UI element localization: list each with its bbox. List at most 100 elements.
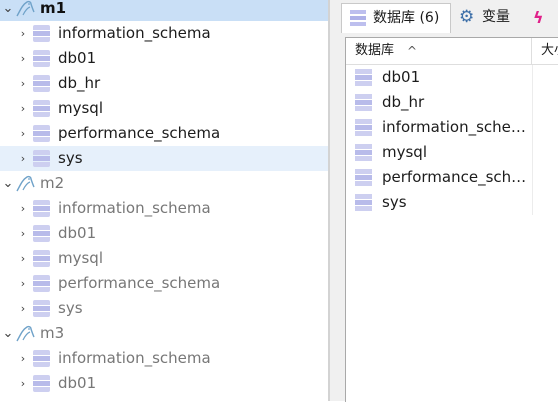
connection-label: m1: [40, 0, 67, 17]
connection-row-m2[interactable]: ⌄ m2: [0, 171, 330, 196]
column-header-size[interactable]: 大小: [532, 38, 558, 65]
mysql-dolphin-icon: [14, 0, 36, 19]
chevron-right-icon[interactable]: ›: [16, 346, 30, 371]
database-label: sys: [58, 299, 83, 317]
chevron-right-icon[interactable]: ›: [16, 196, 30, 221]
tab-variables[interactable]: ⚙ 变量: [453, 3, 519, 32]
table-cell-size: [532, 115, 558, 140]
tab-databases[interactable]: 数据库 (6): [341, 3, 451, 33]
connection-row-m1[interactable]: ⌄ m1: [0, 0, 330, 21]
table-cell-size: [532, 65, 558, 90]
chevron-down-icon[interactable]: ⌄: [1, 321, 15, 346]
database-label: sys: [58, 149, 83, 167]
tree-item-database[interactable]: › db_hr: [0, 71, 330, 96]
tree-item-database[interactable]: › db01: [0, 46, 330, 71]
tree-item-database[interactable]: › information_schema: [0, 21, 330, 46]
tree-item-database[interactable]: › performance_schema: [0, 121, 330, 146]
connection-label: m2: [40, 174, 65, 192]
table-row[interactable]: sys: [346, 190, 558, 215]
database-icon: [355, 169, 372, 186]
database-grid: 数据库 ^ 大小 db01 db_hr information_schemamysq…: [345, 37, 558, 402]
database-label: mysql: [58, 249, 103, 267]
database-icon: [355, 94, 372, 111]
table-cell-size: [532, 165, 558, 190]
tab-databases-label: 数据库 (6): [373, 10, 440, 26]
tab-bar: 数据库 (6) ⚙ 变量 ϟ: [330, 0, 558, 33]
chevron-right-icon[interactable]: ›: [16, 46, 30, 71]
navigator-tree: ⌄ m1 › information_schema › db01 › db_hr › mysql ›…: [0, 0, 330, 401]
column-header-database-label: 数据库: [355, 43, 395, 58]
gear-icon: ⚙: [459, 7, 475, 27]
database-icon: [350, 10, 366, 26]
tree-item-database[interactable]: › information_schema: [0, 346, 330, 371]
connection-label: m3: [40, 324, 65, 342]
database-icon: [33, 225, 50, 242]
database-label: db01: [58, 224, 97, 242]
database-icon: [33, 100, 50, 117]
database-icon: [33, 275, 50, 292]
table-row[interactable]: db01: [346, 65, 558, 90]
mysql-dolphin-icon: [14, 324, 36, 344]
database-icon: [33, 250, 50, 267]
database-icon: [33, 350, 50, 367]
database-icon: [355, 119, 372, 136]
chevron-right-icon[interactable]: ›: [16, 71, 30, 96]
bolt-icon: ϟ: [533, 8, 544, 27]
tab-variables-label: 变量: [482, 9, 510, 25]
tree-item-database[interactable]: › sys: [0, 146, 330, 171]
database-icon: [33, 125, 50, 142]
chevron-right-icon[interactable]: ›: [16, 271, 30, 296]
table-cell-size: [532, 90, 558, 115]
table-row[interactable]: performance_schema: [346, 165, 558, 190]
column-header-database[interactable]: 数据库 ^: [346, 38, 532, 65]
tree-item-database[interactable]: › information_schema: [0, 196, 330, 221]
mysql-dolphin-icon: [14, 174, 36, 194]
tree-item-database[interactable]: › performance_schema: [0, 271, 330, 296]
database-icon: [33, 75, 50, 92]
tree-item-database[interactable]: › sys: [0, 296, 330, 321]
table-cell-size: [532, 190, 558, 215]
table-cell-database: db_hr: [382, 93, 425, 111]
table-cell-database: information_schema: [382, 118, 530, 136]
database-icon: [33, 200, 50, 217]
tab-processes[interactable]: ϟ: [525, 3, 558, 32]
database-icon: [33, 25, 50, 42]
column-header-size-label: 大小: [541, 43, 558, 58]
chevron-right-icon[interactable]: ›: [16, 296, 30, 321]
database-icon: [355, 144, 372, 161]
table-cell-size: [532, 140, 558, 165]
tree-item-database[interactable]: › db01: [0, 371, 330, 396]
sort-ascending-icon: ^: [407, 44, 418, 58]
connection-row-m3[interactable]: ⌄ m3: [0, 321, 330, 346]
database-label: performance_schema: [58, 124, 221, 142]
database-icon: [33, 150, 50, 167]
database-icon: [33, 375, 50, 392]
database-label: information_schema: [58, 349, 211, 367]
object-panel: 数据库 (6) ⚙ 变量 ϟ 数据库 ^ 大小 db01 db_hrinforma…: [330, 0, 558, 402]
table-row[interactable]: mysql: [346, 140, 558, 165]
chevron-right-icon[interactable]: ›: [16, 21, 30, 46]
database-icon: [355, 194, 372, 211]
chevron-right-icon[interactable]: ›: [16, 246, 30, 271]
chevron-down-icon[interactable]: ⌄: [1, 0, 15, 21]
chevron-right-icon[interactable]: ›: [16, 371, 30, 396]
chevron-down-icon[interactable]: ⌄: [1, 171, 15, 196]
chevron-right-icon[interactable]: ›: [16, 146, 30, 171]
chevron-right-icon[interactable]: ›: [16, 96, 30, 121]
table-row[interactable]: db_hr: [346, 90, 558, 115]
table-cell-database: db01: [382, 68, 421, 86]
database-label: information_schema: [58, 24, 211, 42]
database-label: mysql: [58, 99, 103, 117]
chevron-right-icon[interactable]: ›: [16, 221, 30, 246]
database-icon: [33, 300, 50, 317]
tree-item-database[interactable]: › db01: [0, 221, 330, 246]
database-label: db01: [58, 49, 97, 67]
database-label: information_schema: [58, 199, 211, 217]
chevron-right-icon[interactable]: ›: [16, 121, 30, 146]
database-icon: [355, 69, 372, 86]
database-icon: [33, 50, 50, 67]
tree-item-database[interactable]: › mysql: [0, 96, 330, 121]
database-label: db01: [58, 374, 97, 392]
table-row[interactable]: information_schema: [346, 115, 558, 140]
tree-item-database[interactable]: › mysql: [0, 246, 330, 271]
